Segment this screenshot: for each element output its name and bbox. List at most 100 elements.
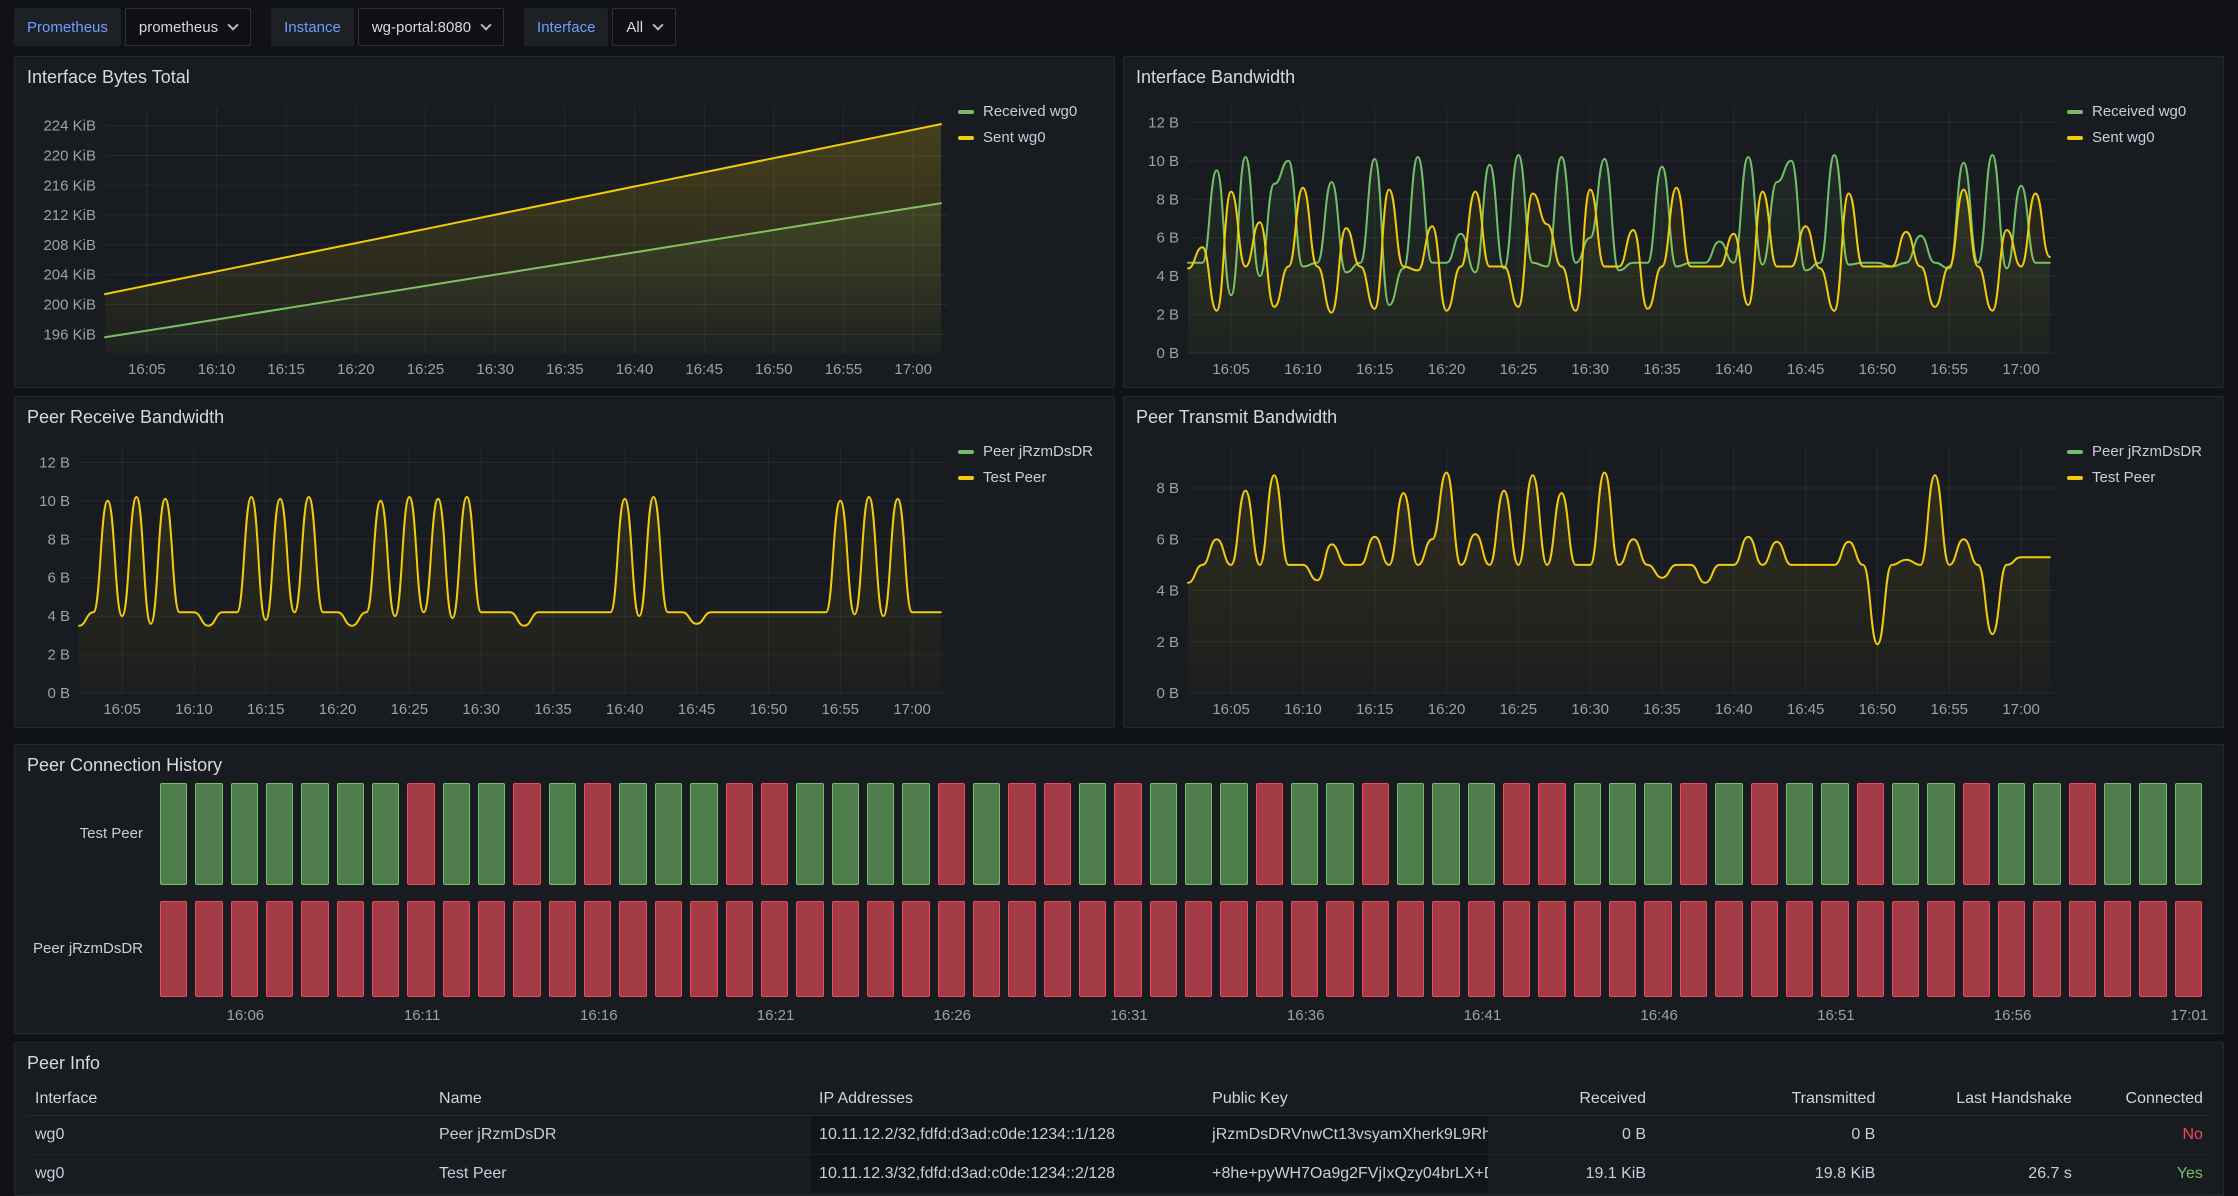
legend: Peer jRzmDsDR Test Peer (2067, 443, 2215, 486)
panel-title[interactable]: Peer Receive Bandwidth (27, 407, 224, 428)
timeline-state-down (619, 901, 646, 997)
timeline-state-down (2139, 901, 2166, 997)
timeline-state-down (796, 901, 823, 997)
timeline-state-up (549, 783, 576, 885)
x-axis-label: 16:55 (1930, 701, 1968, 718)
legend-item[interactable]: Sent wg0 (958, 129, 1106, 146)
timeline-state-down (726, 901, 753, 997)
panel-title[interactable]: Interface Bandwidth (1136, 67, 1295, 88)
legend-item[interactable]: Sent wg0 (2067, 129, 2215, 146)
variable-select-instance[interactable]: wg-portal:8080 (358, 8, 504, 46)
x-axis-label: 16:05 (1212, 361, 1250, 378)
y-axis-label: 4 B (1156, 583, 1179, 600)
x-axis-label: 17:00 (893, 701, 931, 718)
legend-label: Peer jRzmDsDR (983, 443, 1093, 460)
legend-item[interactable]: Received wg0 (2067, 103, 2215, 120)
variable-label-instance: Instance (271, 8, 354, 46)
timeline-state-down (726, 783, 753, 885)
variable-label-prometheus: Prometheus (14, 8, 121, 46)
table-cell: 26.7 s (1883, 1155, 2080, 1193)
timeline-state-up (832, 783, 859, 885)
legend-item[interactable]: Received wg0 (958, 103, 1106, 120)
timeline-state-down (832, 901, 859, 997)
x-axis-label: 16:10 (198, 361, 236, 378)
panel-title[interactable]: Interface Bytes Total (27, 67, 190, 88)
y-axis-label: 12 B (1148, 114, 1179, 131)
column-header[interactable]: IP Addresses (811, 1083, 1204, 1115)
timeline-state-down (160, 901, 187, 997)
interface-bytes-total-chart[interactable]: 224 KiB220 KiB216 KiB212 KiB208 KiB204 K… (21, 97, 956, 381)
y-axis-label: 196 KiB (43, 326, 96, 343)
timeline-state-up (2104, 783, 2131, 885)
panel-title[interactable]: Peer Transmit Bandwidth (1136, 407, 1337, 428)
x-axis-label: 16:40 (606, 701, 644, 718)
panel-title[interactable]: Peer Info (27, 1053, 100, 1074)
x-axis-label: 16:56 (1994, 1007, 2032, 1024)
timeline-state-up (337, 783, 364, 885)
peer-receive-bandwidth-chart[interactable]: 12 B10 B8 B6 B4 B2 B0 B16:0516:1016:1516… (21, 437, 956, 721)
column-header[interactable]: Connected (2080, 1083, 2211, 1115)
x-axis-label: 16:55 (825, 361, 863, 378)
panel-title[interactable]: Peer Connection History (27, 755, 222, 776)
y-axis-label: 6 B (47, 570, 70, 587)
x-axis-label: 16:06 (227, 1007, 265, 1024)
timeline-state-down (513, 901, 540, 997)
chart-svg[interactable]: 12 B10 B8 B6 B4 B2 B0 B16:0516:1016:1516… (21, 437, 956, 721)
timeline-state-down (1326, 901, 1353, 997)
chart-svg[interactable]: 224 KiB220 KiB216 KiB212 KiB208 KiB204 K… (21, 97, 956, 381)
x-axis-label: 16:20 (337, 361, 375, 378)
table-cell: 0 B (1654, 1116, 1883, 1154)
x-axis-label: 16:45 (685, 361, 723, 378)
column-header[interactable]: Public Key (1204, 1083, 1488, 1115)
x-axis-label: 16:40 (1715, 701, 1753, 718)
timeline-state-up (902, 783, 929, 885)
legend-item[interactable]: Peer jRzmDsDR (958, 443, 1106, 460)
timeline-state-down (1680, 783, 1707, 885)
y-axis-label: 0 B (47, 685, 70, 702)
legend-item[interactable]: Peer jRzmDsDR (2067, 443, 2215, 460)
timeline-state-down (902, 901, 929, 997)
peer-transmit-bandwidth-chart[interactable]: 8 B6 B4 B2 B0 B16:0516:1016:1516:2016:25… (1130, 437, 2065, 721)
table-cell: 19.8 KiB (1654, 1155, 1883, 1193)
timeline-state-down (443, 901, 470, 997)
x-axis-label: 16:25 (391, 701, 429, 718)
table-cell: 10.11.12.2/32,fdfd:d3ad:c0de:1234::1/128 (811, 1116, 1204, 1154)
column-header[interactable]: Name (431, 1083, 811, 1115)
timeline-state-down (584, 901, 611, 997)
variable-select-interface[interactable]: All (612, 8, 676, 46)
x-axis-label: 16:10 (1284, 701, 1322, 718)
panel-interface-bandwidth: Interface Bandwidth 12 B10 B8 B6 B4 B2 B… (1123, 56, 2224, 388)
panel-interface-bytes-total: Interface Bytes Total 224 KiB220 KiB216 … (14, 56, 1115, 388)
peer-connection-timeline[interactable]: Test PeerPeer jRzmDsDR16:0616:1116:1616:… (27, 783, 2207, 1027)
timeline-state-down (1503, 783, 1530, 885)
timeline-state-down (1468, 901, 1495, 997)
timeline-state-up (301, 783, 328, 885)
timeline-state-up (372, 783, 399, 885)
column-header[interactable]: Received (1488, 1083, 1654, 1115)
legend: Received wg0 Sent wg0 (958, 103, 1106, 146)
x-axis-label: 16:15 (1356, 701, 1394, 718)
column-header[interactable]: Transmitted (1654, 1083, 1883, 1115)
chart-svg[interactable]: 12 B10 B8 B6 B4 B2 B0 B16:0516:1016:1516… (1130, 97, 2065, 381)
x-axis-label: 16:21 (757, 1007, 795, 1024)
variable-prometheus: Prometheus prometheus (14, 8, 251, 46)
timeline-state-down (1751, 783, 1778, 885)
y-axis-label: 8 B (1156, 191, 1179, 208)
timeline-state-up (443, 783, 470, 885)
panel-peer-info: Peer Info InterfaceNameIP AddressesPubli… (14, 1042, 2224, 1196)
variable-select-prometheus[interactable]: prometheus (125, 8, 251, 46)
column-header[interactable]: Last Handshake (1883, 1083, 2080, 1115)
table-cell: Yes (2080, 1155, 2211, 1193)
column-header[interactable]: Interface (27, 1083, 431, 1115)
legend-item[interactable]: Test Peer (958, 469, 1106, 486)
x-axis-label: 16:36 (1287, 1007, 1325, 1024)
x-axis-label: 16:15 (1356, 361, 1394, 378)
series-color-swatch (2067, 136, 2083, 140)
table-cell: wg0 (27, 1116, 431, 1154)
x-axis-label: 16:35 (1643, 361, 1681, 378)
legend-item[interactable]: Test Peer (2067, 469, 2215, 486)
interface-bandwidth-chart[interactable]: 12 B10 B8 B6 B4 B2 B0 B16:0516:1016:1516… (1130, 97, 2065, 381)
chart-svg[interactable]: 8 B6 B4 B2 B0 B16:0516:1016:1516:2016:25… (1130, 437, 2065, 721)
timeline-state-down (655, 901, 682, 997)
timeline-state-down (867, 901, 894, 997)
